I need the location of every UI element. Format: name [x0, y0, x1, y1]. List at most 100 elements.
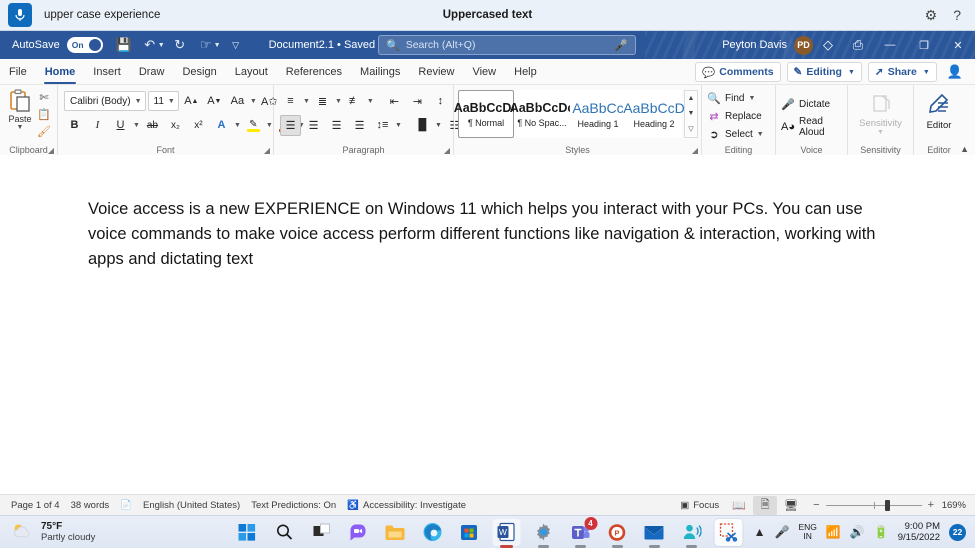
tab-help[interactable]: Help — [505, 60, 546, 84]
weather-widget[interactable]: 75°F Partly cloudy — [10, 521, 95, 544]
paste-button[interactable]: Paste ▼ — [3, 89, 37, 140]
align-left-icon[interactable]: ☰ — [280, 114, 301, 136]
zoom-out-button[interactable]: − — [813, 499, 819, 511]
microphone-icon[interactable]: 🎤 — [775, 525, 790, 539]
style-heading-1[interactable]: AaBbCc Heading 1 — [570, 90, 626, 138]
word-button[interactable]: W — [492, 518, 520, 546]
microphone-icon[interactable]: 🎤 — [614, 39, 628, 52]
restore-button[interactable]: ❐ — [907, 31, 941, 59]
zoom-slider[interactable]: − + — [813, 499, 934, 511]
numbered-list-icon[interactable]: ≣ — [312, 91, 333, 112]
page-indicator[interactable]: Page 1 of 4 — [11, 500, 60, 511]
text-highlight-button[interactable]: ✎ — [243, 115, 264, 136]
notification-badge[interactable]: 22 — [949, 523, 966, 541]
chevron-down-icon[interactable]: ▼ — [250, 98, 257, 105]
chevron-down-icon[interactable]: ▼ — [367, 98, 374, 105]
copy-icon[interactable]: 📋 — [37, 108, 51, 123]
styles-scrollbar[interactable]: ▲ ▼ ▽ — [684, 90, 698, 138]
editing-mode-button[interactable]: ✎ Editing ▼ — [786, 62, 862, 82]
decrease-indent-icon[interactable]: ⇤ — [384, 91, 405, 112]
shrink-font-button[interactable]: A ▼ — [204, 91, 225, 112]
avatar[interactable]: PD — [794, 35, 813, 55]
italic-button[interactable]: I — [87, 115, 108, 136]
clipboard-dialog-launcher[interactable]: ◢ — [48, 146, 54, 155]
edge-button[interactable] — [418, 519, 446, 546]
select-button[interactable]: ➲ Select ▼ — [707, 125, 775, 143]
focus-button[interactable]: ▣ Focus — [680, 500, 719, 511]
file-explorer-button[interactable] — [381, 519, 409, 546]
tab-mailings[interactable]: Mailings — [351, 60, 409, 84]
chevron-down-icon[interactable]: ▼ — [17, 124, 24, 131]
zoom-level[interactable]: 169% — [936, 500, 966, 511]
editor-button[interactable]: Editor — [914, 89, 964, 131]
tab-design[interactable]: Design — [173, 60, 225, 84]
tab-references[interactable]: References — [277, 60, 351, 84]
styles-more-icon[interactable]: ▽ — [685, 122, 697, 137]
styles-dialog-launcher[interactable]: ◢ — [692, 146, 698, 155]
web-layout-icon[interactable]: 🖥 — [779, 496, 803, 515]
zoom-thumb[interactable] — [885, 499, 891, 511]
customize-quick-access-icon[interactable]: ▽ — [223, 34, 249, 56]
redo-icon[interactable]: ↻ — [167, 34, 193, 56]
sensitivity-button[interactable]: Sensitivity ▼ — [848, 89, 913, 136]
undo-dropdown-icon[interactable]: ▼ — [158, 42, 165, 49]
close-button[interactable]: ✕ — [941, 31, 975, 59]
text-predictions-status[interactable]: Text Predictions: On — [251, 500, 336, 511]
strikethrough-button[interactable]: ab — [142, 115, 163, 136]
language-indicator[interactable]: English (United States) — [143, 500, 240, 511]
chevron-down-icon[interactable]: ▼ — [395, 122, 402, 129]
style-no-spacing[interactable]: AaBbCcDc ¶ No Spac... — [510, 90, 574, 138]
scroll-up-icon[interactable]: ▲ — [685, 91, 697, 106]
battery-icon[interactable]: 🔋 — [874, 525, 889, 539]
paragraph-dialog-launcher[interactable]: ◢ — [444, 146, 450, 155]
bold-button[interactable]: B — [64, 115, 85, 136]
proofing-icon[interactable]: 📄 — [120, 500, 132, 511]
chevron-down-icon[interactable]: ▼ — [266, 122, 273, 129]
gear-icon[interactable]: ⚙ — [925, 8, 938, 22]
volume-icon[interactable]: 🔊 — [850, 525, 865, 539]
subscript-button[interactable]: x₂ — [165, 115, 186, 136]
align-right-icon[interactable]: ☰ — [326, 115, 347, 136]
microsoft-store-button[interactable] — [455, 519, 483, 546]
minimize-button[interactable]: — — [873, 31, 907, 59]
ribbon-display-options-icon[interactable]: ⎙ — [843, 37, 873, 53]
tab-file[interactable]: File — [0, 60, 36, 84]
snipping-tool-button[interactable] — [714, 518, 742, 546]
scissors-icon[interactable]: ✄ — [39, 91, 48, 106]
word-count[interactable]: 38 words — [71, 500, 110, 511]
collapse-ribbon-icon[interactable]: ▲ — [960, 144, 969, 154]
search-input[interactable] — [405, 39, 596, 51]
autosave-toggle[interactable]: On — [66, 37, 103, 53]
scroll-down-icon[interactable]: ▼ — [685, 106, 697, 121]
replace-button[interactable]: ⇄ Replace — [707, 107, 775, 125]
read-mode-icon[interactable]: 📖 — [727, 496, 751, 515]
find-button[interactable]: 🔍 Find ▼ — [707, 89, 775, 107]
zoom-in-button[interactable]: + — [928, 499, 934, 511]
catch-up-icon[interactable]: 👤 — [943, 64, 967, 80]
start-button[interactable] — [233, 519, 261, 546]
read-aloud-button[interactable]: A◕ Read Aloud — [781, 116, 847, 138]
bullet-list-icon[interactable]: ≡ — [280, 91, 301, 112]
chevron-down-icon[interactable]: ▼ — [133, 122, 140, 129]
comments-button[interactable]: 💬 Comments — [695, 62, 781, 82]
dictate-button[interactable]: 🎤 Dictate — [781, 95, 847, 113]
style-normal[interactable]: AaBbCcDc ¶ Normal — [454, 90, 518, 138]
teams-button[interactable]: 4 — [566, 516, 597, 546]
style-heading-2[interactable]: AaBbCcD Heading 2 — [623, 90, 685, 138]
tab-view[interactable]: View — [463, 60, 505, 84]
document-body-text[interactable]: Voice access is a new EXPERIENCE on Wind… — [88, 197, 888, 272]
chevron-down-icon[interactable]: ▼ — [234, 122, 241, 129]
document-name[interactable]: Document2.1 • Saved — [269, 39, 376, 51]
save-icon[interactable]: 💾 — [111, 34, 137, 56]
font-name-combo[interactable]: Calibri (Body) ▼ — [64, 91, 146, 111]
tab-insert[interactable]: Insert — [84, 60, 130, 84]
clock[interactable]: 9:00 PM 9/15/2022 — [898, 521, 940, 544]
search-button[interactable] — [270, 519, 298, 546]
multilevel-list-icon[interactable]: ≢ — [344, 91, 365, 112]
chat-button[interactable] — [344, 519, 372, 546]
line-spacing-icon[interactable]: ↕≡ — [372, 115, 393, 136]
shading-icon[interactable]: █ — [412, 115, 433, 136]
touch-dropdown-icon[interactable]: ▼ — [214, 42, 221, 49]
font-dialog-launcher[interactable]: ◢ — [264, 146, 270, 155]
wifi-icon[interactable]: 📶 — [826, 525, 841, 539]
